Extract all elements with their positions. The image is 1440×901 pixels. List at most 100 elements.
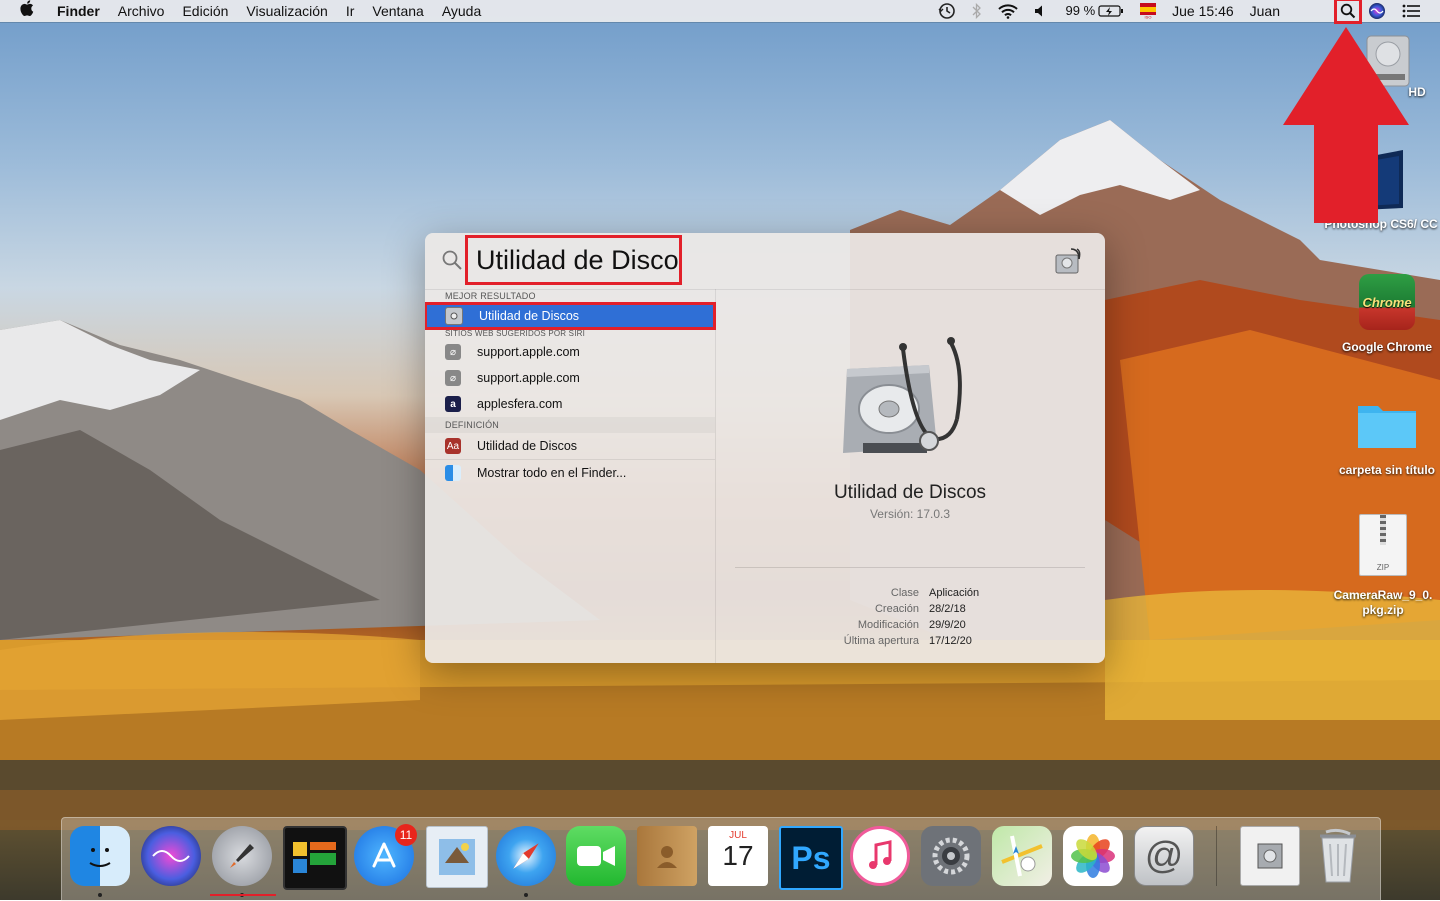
show-all-in-finder[interactable]: Mostrar todo en el Finder...	[425, 460, 715, 486]
desktop-icon-google-chrome[interactable]: Chrome Google Chrome	[1332, 274, 1440, 354]
metadata-row: Modificación 29/9/20	[715, 619, 1105, 635]
dock-preview-icon[interactable]	[426, 826, 488, 888]
dock-trash-icon[interactable]	[1308, 826, 1368, 886]
result-website[interactable]: ⌀ support.apple.com	[425, 365, 715, 391]
time-machine-icon[interactable]	[930, 2, 964, 20]
dock-itunes-icon[interactable]	[850, 826, 910, 886]
desktop-icon-chrome-label: Google Chrome	[1341, 340, 1432, 354]
preview-version: Versión: 17.0.3	[869, 507, 951, 521]
result-label: support.apple.com	[477, 345, 580, 359]
metadata-row: Clase Aplicación	[715, 587, 1105, 603]
input-source-spain-flag-icon[interactable]: ISO	[1132, 3, 1164, 19]
disk-utility-app-icon	[445, 307, 463, 325]
result-label: applesfera.com	[477, 397, 563, 411]
dock-launchpad-icon[interactable]	[212, 826, 272, 886]
wifi-icon[interactable]	[990, 3, 1026, 19]
volume-icon[interactable]	[1026, 4, 1058, 18]
metadata-row: Creación 28/2/18	[715, 603, 1105, 619]
spotlight-panel: Utilidad de Discos MEJOR RESULTADO Utili…	[425, 233, 1105, 663]
svg-text:ISO: ISO	[1145, 15, 1152, 20]
metadata-value: 17/12/20	[929, 635, 972, 647]
dock-calendar-icon[interactable]: JUL 17	[708, 826, 768, 886]
dock-maps-icon[interactable]	[992, 826, 1052, 886]
red-arrow-annotation	[1283, 27, 1409, 223]
result-label: Utilidad de Discos	[479, 309, 580, 323]
zip-file-icon: ZIP	[1359, 514, 1407, 576]
desktop-icon-zip[interactable]: ZIP CameraRaw_9_0.pkg.zip	[1326, 514, 1440, 618]
result-label: Utilidad de Discos	[477, 439, 578, 453]
dock-siri-icon[interactable]	[141, 826, 201, 886]
dock-safari-icon[interactable]	[496, 826, 556, 886]
disk-utility-small-icon	[1055, 248, 1081, 274]
metadata-row: Última apertura 17/12/20	[715, 635, 1105, 651]
preview-metadata: Clase Aplicación Creación 28/2/18 Modifica…	[715, 587, 1105, 651]
menu-bar: Finder Archivo Edición Visualización Ir …	[0, 0, 1440, 24]
app-store-badge: 11	[395, 824, 417, 846]
spotlight-preview-pane: Utilidad de Discos Versión: 17.0.3 Clase…	[715, 289, 1105, 663]
result-website[interactable]: ⌀ support.apple.com	[425, 339, 715, 365]
chrome-app-icon: Chrome	[1359, 274, 1415, 330]
menu-edicion[interactable]: Edición	[173, 0, 237, 22]
dock-photos-icon[interactable]	[1063, 826, 1123, 886]
section-siri-websites: SITIOS WEB SUGERIDOS POR SIRI	[445, 329, 586, 338]
result-definition[interactable]: Aa Utilidad de Discos	[425, 433, 715, 459]
folder-icon	[1358, 406, 1416, 448]
menubar-user-name[interactable]: Juan	[1242, 0, 1288, 22]
dock-separator	[1216, 826, 1217, 886]
menu-ir[interactable]: Ir	[337, 0, 364, 22]
preview-separator	[735, 567, 1085, 568]
spotlight-search-bar: Utilidad de Discos	[425, 233, 1105, 290]
menubar-clock[interactable]: Jue 15:46	[1164, 0, 1242, 22]
dock-running-indicator	[524, 893, 528, 897]
safari-compass-icon: ⌀	[445, 344, 461, 360]
disk-utility-large-icon	[843, 337, 962, 453]
dock-mail-at-icon[interactable]: @	[1134, 826, 1194, 886]
dock-photo-gallery-icon[interactable]	[283, 826, 347, 890]
siri-icon[interactable]	[1360, 2, 1394, 20]
photoshop-ps-text: Ps	[791, 839, 831, 876]
bluetooth-icon[interactable]	[964, 3, 990, 19]
dock-system-preferences-icon[interactable]	[921, 826, 981, 886]
dictionary-icon: Aa	[445, 438, 461, 454]
menu-app-name[interactable]: Finder	[48, 0, 109, 22]
safari-compass-icon: ⌀	[445, 370, 461, 386]
dock-launchpad-underline	[210, 894, 276, 896]
dock-finder-icon[interactable]	[70, 826, 130, 886]
menu-ventana[interactable]: Ventana	[363, 0, 432, 22]
metadata-key: Clase	[890, 587, 919, 599]
preview-title: Utilidad de Discos	[833, 482, 987, 503]
spotlight-search-input[interactable]: Utilidad de Discos	[465, 235, 682, 285]
notification-center-icon[interactable]	[1394, 4, 1440, 18]
metadata-key: Última apertura	[843, 635, 919, 647]
menu-visualizacion[interactable]: Visualización	[237, 0, 336, 22]
dock-running-indicator	[98, 893, 102, 897]
metadata-value: 29/9/20	[929, 619, 966, 631]
dock-contacts-icon[interactable]	[637, 826, 697, 886]
desktop-icon-zip-label: CameraRaw_9_0.pkg.zip	[1333, 588, 1433, 617]
apple-menu-icon[interactable]	[0, 0, 48, 22]
menu-ayuda[interactable]: Ayuda	[433, 0, 490, 22]
spotlight-magnifier-icon	[442, 250, 462, 270]
desktop-icon-folder-label: carpeta sin título	[1338, 463, 1436, 477]
mail-at-symbol: @	[1144, 834, 1184, 877]
dock-downloads-stack-icon[interactable]	[1240, 826, 1300, 886]
dock-facetime-icon[interactable]	[566, 826, 626, 886]
finder-icon	[445, 465, 461, 481]
metadata-value: Aplicación	[929, 587, 980, 599]
battery-status[interactable]: 99 %	[1058, 0, 1133, 22]
metadata-value: 28/2/18	[929, 603, 966, 615]
calendar-day: 17	[722, 840, 754, 871]
section-definition: DEFINICIÓN	[425, 417, 715, 433]
spotlight-search-icon[interactable]	[1334, 0, 1362, 24]
menu-archivo[interactable]: Archivo	[109, 0, 174, 22]
chrome-icon-word: Chrome	[1362, 294, 1412, 310]
dock-photoshop-icon[interactable]: Ps	[779, 826, 843, 890]
desktop-icon-folder[interactable]: carpeta sin título	[1332, 398, 1440, 477]
metadata-key: Modificación	[857, 619, 919, 631]
result-website[interactable]: a applesfera.com	[425, 391, 715, 417]
result-label: support.apple.com	[477, 371, 580, 385]
applesfera-favicon-icon: a	[445, 396, 461, 412]
result-disk-utility[interactable]: Utilidad de Discos	[425, 302, 716, 330]
battery-percent: 99 %	[1065, 3, 1096, 18]
battery-charging-icon	[1098, 5, 1124, 17]
